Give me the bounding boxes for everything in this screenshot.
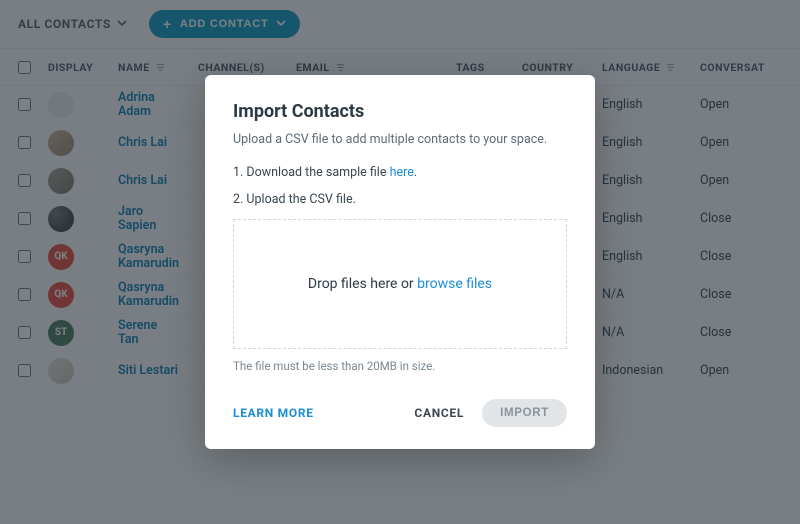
- import-contacts-modal: Import Contacts Upload a CSV file to add…: [205, 75, 595, 449]
- modal-step-1: 1. Download the sample file here.: [233, 165, 567, 180]
- modal-title: Import Contacts: [233, 101, 567, 122]
- learn-more-link[interactable]: LEARN MORE: [233, 406, 314, 420]
- file-size-note: The file must be less than 20MB in size.: [233, 359, 567, 373]
- modal-overlay[interactable]: Import Contacts Upload a CSV file to add…: [0, 0, 800, 524]
- modal-step-2: 2. Upload the CSV file.: [233, 192, 567, 207]
- modal-subtitle: Upload a CSV file to add multiple contac…: [233, 132, 567, 147]
- cancel-button[interactable]: CANCEL: [414, 406, 464, 420]
- browse-files-link[interactable]: browse files: [417, 276, 492, 292]
- import-button[interactable]: IMPORT: [482, 399, 567, 427]
- app-root: ALL CONTACTS + ADD CONTACT DISPLAY NAME …: [0, 0, 800, 524]
- sample-file-link[interactable]: here: [390, 165, 414, 180]
- modal-actions: LEARN MORE CANCEL IMPORT: [233, 399, 567, 427]
- file-dropzone[interactable]: Drop files here or browse files: [233, 219, 567, 349]
